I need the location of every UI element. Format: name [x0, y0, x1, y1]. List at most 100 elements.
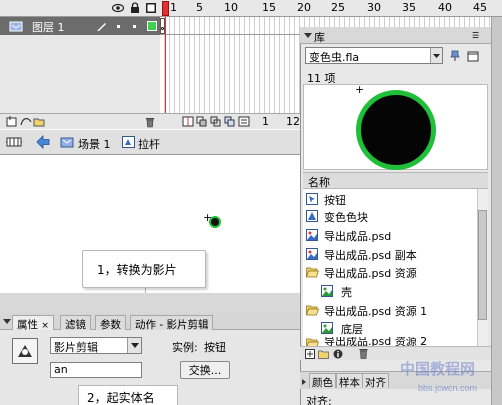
pin-icon[interactable]	[448, 49, 462, 62]
panel-collapse-icon[interactable]	[302, 379, 306, 385]
frame-number: 45	[473, 1, 487, 14]
instance-name-field[interactable]: an	[50, 362, 142, 378]
playhead[interactable]	[162, 1, 169, 16]
new-library-panel-icon[interactable]	[466, 49, 480, 62]
layer-visible-dot[interactable]	[117, 25, 120, 28]
layer-name[interactable]: 图层 1	[32, 19, 65, 35]
list-item-label: 导出成品.psd 资源 1	[324, 305, 428, 318]
onion-skin-icon[interactable]	[196, 116, 208, 127]
tab-actions[interactable]: 动作 - 影片剪辑	[130, 315, 214, 331]
frame-number: 1	[170, 1, 177, 14]
modify-markers-icon[interactable]	[238, 116, 250, 127]
frame-number: 20	[297, 1, 311, 14]
tab-label: 属性	[17, 319, 38, 331]
list-item[interactable]: 导出成品.psd 资源 1	[303, 302, 477, 319]
layers-list-empty	[0, 35, 160, 113]
panel-collapse-icon[interactable]	[304, 33, 312, 38]
timeline-footer: 1 12	[0, 113, 300, 129]
motion-guide-icon[interactable]	[20, 116, 32, 127]
bitmap-icon	[321, 322, 333, 334]
frame-number: 25	[331, 1, 345, 14]
tab-properties[interactable]: 属性 ×	[12, 315, 54, 331]
align-label: 对齐:	[306, 395, 332, 405]
layer-row[interactable]: 图层 1	[0, 17, 160, 35]
library-title: 库	[314, 31, 325, 44]
button-symbol-icon	[306, 193, 318, 205]
tab-color[interactable]: 颜色	[309, 373, 336, 389]
swap-button[interactable]: 交换...	[180, 361, 230, 379]
close-icon[interactable]: ×	[41, 321, 49, 331]
panel-collapse-icon[interactable]	[3, 319, 11, 324]
frame-number: 35	[402, 1, 416, 14]
stage-symbol-instance[interactable]	[209, 216, 221, 228]
frame-number: 5	[196, 1, 203, 14]
frame-rate: 12	[286, 115, 300, 128]
list-item[interactable]: 按钮	[303, 191, 477, 208]
symbol-breadcrumb[interactable]: 拉杆	[138, 136, 160, 152]
eye-icon[interactable]	[112, 2, 124, 14]
tab-filters[interactable]: 滤镜	[60, 315, 91, 331]
list-item-label: 壳	[341, 286, 352, 299]
preview-symbol	[356, 90, 436, 170]
list-item[interactable]: 导出成品.psd 副本	[303, 246, 477, 263]
frame-number: 40	[438, 1, 452, 14]
annotation-callout: 2，起实体名	[78, 385, 178, 405]
onion-outline-icon[interactable]	[210, 116, 222, 127]
edit-multiple-frames-icon[interactable]	[224, 116, 236, 127]
list-item[interactable]: 变色色块	[303, 208, 477, 225]
insert-layer-icon[interactable]	[6, 116, 18, 127]
scrollbar-thumb[interactable]	[478, 210, 487, 320]
delete-icon[interactable]	[358, 347, 369, 360]
library-file-select[interactable]: 变色虫.fla	[305, 47, 443, 64]
list-item-label: 导出成品.psd 资源 2	[324, 337, 428, 346]
folder-open-icon	[306, 266, 319, 278]
movieclip-symbol-icon	[122, 136, 135, 148]
timeline-toggle-icon[interactable]	[5, 135, 23, 149]
folder-open-icon	[306, 304, 319, 316]
instance-of-value: 按钮	[204, 341, 226, 354]
chevron-down-icon[interactable]	[430, 48, 442, 63]
empty-keyframe-dot	[161, 27, 164, 30]
delete-layer-icon[interactable]	[144, 115, 156, 128]
list-item-label: 按钮	[324, 194, 346, 207]
folder-open-icon	[306, 337, 319, 346]
center-frame-icon[interactable]	[182, 116, 194, 127]
library-titlebar[interactable]: 库 ☰	[300, 27, 491, 44]
insert-folder-icon[interactable]	[33, 116, 45, 127]
list-item-label: 变色色块	[324, 211, 368, 224]
layer-icon	[9, 20, 23, 32]
list-item[interactable]: 导出成品.psd	[303, 227, 477, 244]
panel-menu-icon[interactable]: ☰	[472, 32, 479, 40]
watermark-url: bbs.jcwcn.com	[418, 383, 478, 393]
tab-parameters[interactable]: 参数	[95, 315, 126, 331]
tab-align[interactable]: 对齐	[362, 373, 389, 389]
bitmap-icon	[321, 285, 333, 297]
chevron-down-icon[interactable]	[127, 338, 141, 353]
info-icon[interactable]	[332, 348, 343, 359]
lock-icon[interactable]	[129, 2, 141, 14]
scene-breadcrumb[interactable]: 场景 1	[78, 136, 111, 152]
column-name[interactable]: 名称	[308, 174, 330, 190]
layer-outline-color[interactable]	[147, 21, 157, 31]
instance-of-label: 实例:	[172, 341, 198, 354]
watermark: 中国教程网	[400, 360, 476, 378]
list-item-label: 导出成品.psd 副本	[324, 249, 417, 262]
tab-swatches[interactable]: 样本	[336, 373, 363, 389]
current-frame: 1	[262, 115, 269, 128]
layer-lock-dot[interactable]	[133, 25, 136, 28]
list-item[interactable]: 导出成品.psd 资源 2	[303, 337, 477, 346]
scene-icon	[60, 136, 74, 148]
list-item[interactable]: 壳	[303, 283, 477, 300]
list-item[interactable]: 底层	[303, 320, 477, 337]
panel-dock-strip	[491, 17, 502, 405]
list-item[interactable]: 导出成品.psd 资源	[303, 264, 477, 281]
back-arrow-icon[interactable]	[36, 135, 50, 149]
new-symbol-icon[interactable]	[304, 348, 315, 359]
stage-bottom-area	[0, 293, 300, 313]
edit-bar: 场景 1 拉杆	[0, 129, 300, 155]
bitmap-icon	[306, 229, 318, 241]
library-list-header[interactable]: 名称	[303, 172, 488, 189]
new-folder-icon[interactable]	[318, 348, 329, 359]
frame-ruler[interactable]: 1 5 10 15 20 25 30 35 40 45	[160, 0, 502, 17]
outline-square-icon[interactable]	[145, 2, 157, 14]
